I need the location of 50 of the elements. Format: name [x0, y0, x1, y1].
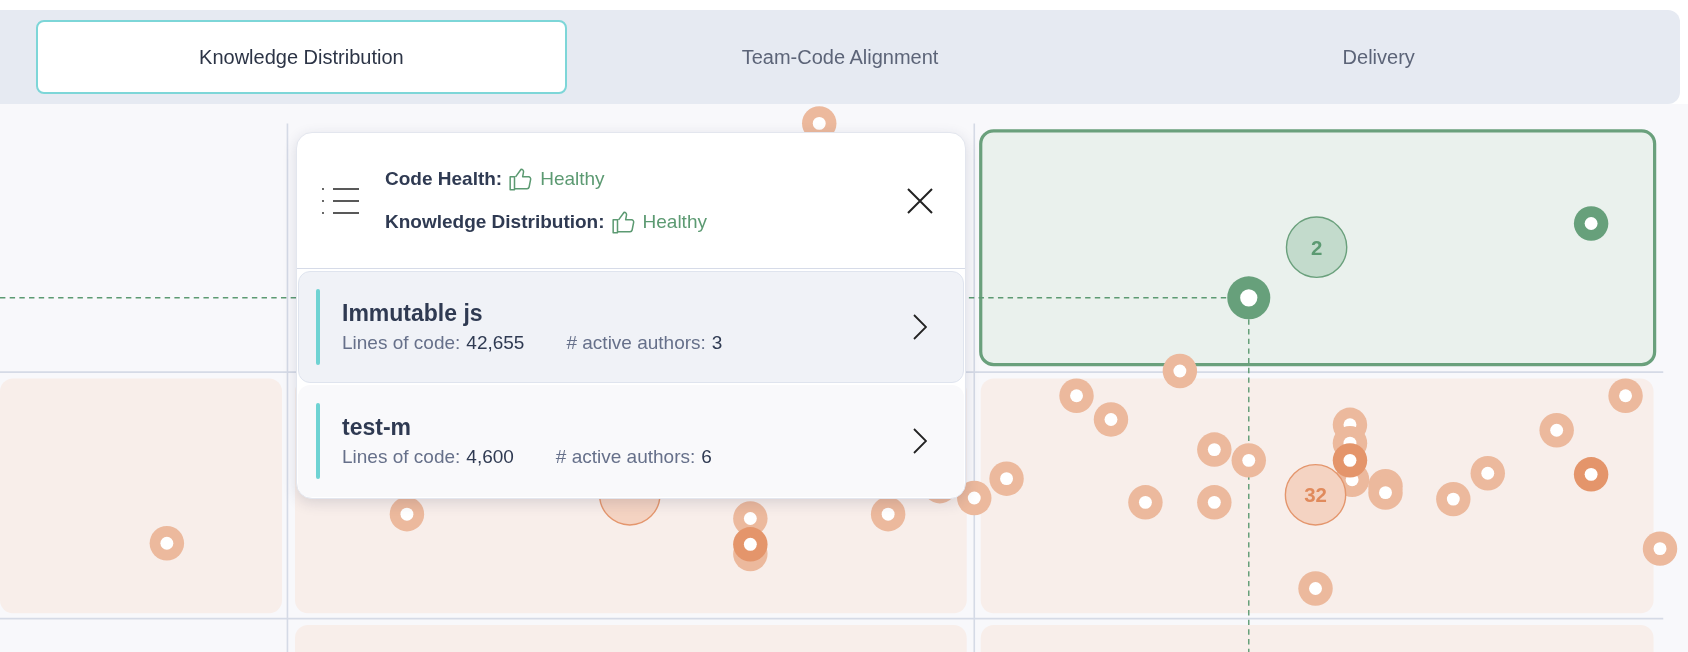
data-point[interactable]	[989, 461, 1024, 496]
data-point[interactable]	[957, 480, 992, 516]
status-label: Code Health:	[385, 167, 503, 191]
tab[interactable]: Delivery	[1113, 20, 1644, 94]
chevron-right-icon	[913, 314, 927, 340]
status-label: Knowledge Distribution:	[385, 209, 605, 234]
data-point[interactable]	[149, 526, 185, 561]
repository-name: test-m	[342, 416, 412, 439]
data-point[interactable]	[1197, 432, 1232, 467]
status-value: Healthy	[540, 167, 605, 191]
data-point[interactable]	[1162, 353, 1198, 389]
active-authors-label: # active authors:	[555, 447, 696, 466]
data-point[interactable]	[1642, 531, 1678, 566]
data-point[interactable]	[1608, 378, 1643, 413]
data-point[interactable]	[1573, 206, 1609, 241]
lines-of-code-label: Lines of code:	[342, 447, 461, 466]
data-point[interactable]	[870, 496, 906, 532]
tab[interactable]: Knowledge Distribution	[36, 20, 567, 94]
active-authors-value: 6	[701, 447, 712, 466]
repository-item[interactable]: test-m Lines of code: 4,600 # active authors: 6	[298, 385, 964, 497]
data-point[interactable]	[1128, 485, 1163, 520]
lines-of-code-label: Lines of code:	[342, 333, 461, 352]
cluster-bubble[interactable]	[1285, 216, 1348, 279]
chevron-right-icon	[913, 428, 927, 454]
data-point[interactable]	[1093, 402, 1129, 437]
data-point[interactable]	[1470, 456, 1505, 491]
data-point[interactable]	[1197, 485, 1232, 520]
lines-of-code-value: 4,600	[466, 447, 514, 466]
cluster-count: 2	[1310, 235, 1323, 259]
cluster-bubble[interactable]	[1284, 463, 1347, 526]
data-point[interactable]	[1231, 443, 1266, 478]
list-icon	[321, 185, 359, 216]
repository-item[interactable]: Immutable js Lines of code: 42,655 # active authors: 3	[298, 271, 964, 383]
data-point[interactable]	[733, 527, 768, 562]
lines-of-code-value: 42,655	[466, 333, 525, 352]
tab[interactable]: Team-Code Alignment	[574, 20, 1106, 94]
data-point[interactable]	[1059, 378, 1094, 413]
status-value: Healthy	[642, 209, 707, 234]
active-authors-label: # active authors:	[566, 333, 706, 352]
data-point[interactable]	[1332, 443, 1368, 478]
data-point[interactable]	[1298, 571, 1333, 606]
repository-name: Immutable js	[342, 302, 484, 325]
data-point[interactable]	[389, 496, 425, 532]
active-authors-value: 3	[711, 333, 723, 352]
selected-data-point[interactable]	[1227, 276, 1271, 320]
close-button[interactable]	[905, 185, 935, 216]
cluster-count: 32	[1304, 483, 1327, 507]
data-point[interactable]	[1436, 481, 1471, 517]
data-point[interactable]	[1539, 413, 1574, 448]
data-point[interactable]	[1573, 457, 1609, 492]
